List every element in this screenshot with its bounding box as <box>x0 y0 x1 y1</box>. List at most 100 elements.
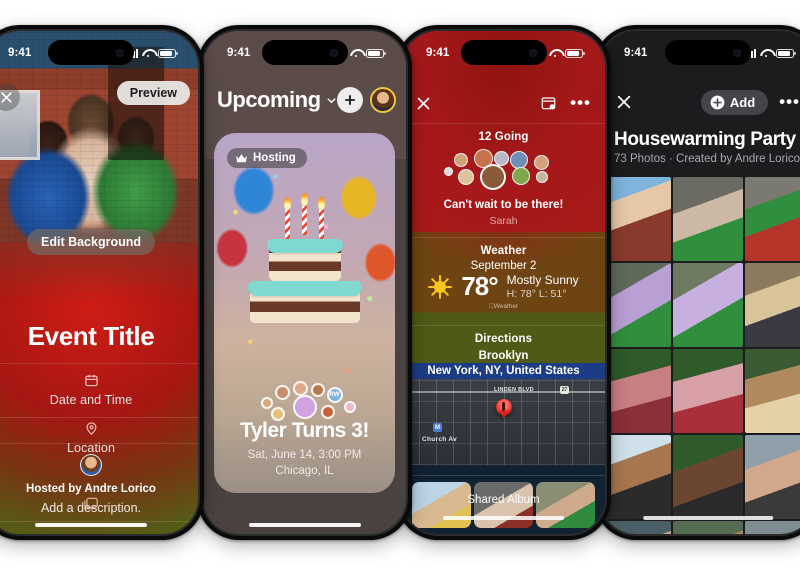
more-options-button[interactable]: ••• <box>779 93 800 110</box>
attendee-avatar <box>343 401 356 413</box>
attendee-avatar-initials: RW <box>326 387 343 403</box>
photo-thumbnail[interactable] <box>602 521 672 534</box>
status-time: 9:41 <box>8 47 32 59</box>
attendee-avatar <box>292 381 308 396</box>
photo-thumbnail[interactable] <box>744 349 800 433</box>
map-label-church: Church Av <box>422 436 458 443</box>
upcoming-title-menu[interactable]: Upcoming <box>217 87 337 113</box>
photo-thumbnail[interactable] <box>673 263 743 347</box>
photo-thumbnail[interactable] <box>602 435 672 519</box>
date-and-time-field[interactable]: Date and Time <box>0 373 198 407</box>
sun-icon <box>428 274 453 299</box>
phone-bezel: 9:41 ••• 12 Going Can't wait to be there… <box>400 29 607 536</box>
attendee-avatar <box>453 153 468 167</box>
add-label: Add <box>729 94 756 110</box>
crown-icon <box>236 153 247 162</box>
photo-thumbnail[interactable] <box>744 521 800 534</box>
route-shield: 27 <box>560 386 569 394</box>
edit-background-button[interactable]: Edit Background <box>26 229 156 255</box>
hosting-badge-label: Hosting <box>253 152 296 164</box>
date-and-time-label: Date and Time <box>49 393 133 407</box>
subway-icon: M <box>433 423 442 432</box>
wifi-icon <box>350 49 362 58</box>
profile-avatar-button[interactable] <box>369 87 396 113</box>
preview-button[interactable]: Preview <box>116 81 190 105</box>
attendee-avatar-primary <box>292 395 317 419</box>
event-title-input[interactable]: Event Title <box>0 321 198 352</box>
weather-high-low: H: 78° L: 51° <box>506 288 567 300</box>
add-to-calendar-button[interactable] <box>541 96 556 110</box>
attendee-avatar-cluster[interactable]: RW <box>249 381 361 423</box>
album-title: Housewarming Party <box>614 129 796 150</box>
phone-2-screen: 9:41 Upcoming Hosting RW Tyler Turns 3! … <box>203 31 406 534</box>
photo-thumbnail[interactable] <box>744 435 800 519</box>
location-label: Location <box>66 441 116 455</box>
shared-album-title: Shared Album <box>467 494 540 506</box>
more-options-button[interactable]: ••• <box>570 94 591 111</box>
add-event-button[interactable] <box>336 87 363 113</box>
phone-bezel: 9:41 Preview Edit Background Event Title… <box>0 29 200 536</box>
add-photos-button[interactable]: Add <box>700 89 769 115</box>
calendar-icon <box>84 374 98 387</box>
photo-thumbnail[interactable] <box>744 177 800 261</box>
phone-1-event-editor: 9:41 Preview Edit Background Event Title… <box>0 25 204 540</box>
photo-thumbnail[interactable] <box>673 349 743 433</box>
battery-icon <box>158 48 178 58</box>
close-button[interactable] <box>416 96 431 111</box>
photo-thumbnail[interactable] <box>602 263 672 347</box>
event-name: Tyler Turns 3! <box>240 419 369 442</box>
wifi-icon <box>142 49 154 58</box>
phone-4-screen: 9:41 Add ••• Housewarming Party 73 Photo… <box>600 31 800 534</box>
attendee-avatar <box>320 405 335 419</box>
photo-thumbnail[interactable] <box>744 263 800 347</box>
attendee-avatar <box>511 167 530 185</box>
photo-thumbnail[interactable] <box>673 177 743 261</box>
detail-toolbar: ••• <box>402 87 605 119</box>
attendee-avatar-primary <box>479 164 506 190</box>
going-avatar-cluster[interactable] <box>436 149 572 193</box>
status-indicators <box>745 48 796 58</box>
phone-bezel: 9:41 Upcoming Hosting RW Tyler Turns 3! … <box>201 29 408 536</box>
dynamic-island <box>665 40 751 65</box>
map-pin-icon <box>495 399 512 415</box>
attendee-avatar <box>533 155 549 170</box>
plus-icon <box>344 94 355 106</box>
attendee-avatar <box>260 397 273 409</box>
phone-bezel: 9:41 Add ••• Housewarming Party 73 Photo… <box>598 29 800 536</box>
close-button[interactable] <box>616 94 632 110</box>
screenshot-stage: 9:41 Preview Edit Background Event Title… <box>0 0 800 568</box>
close-icon <box>417 97 430 109</box>
phone-1-screen: 9:41 Preview Edit Background Event Title… <box>0 31 198 534</box>
location-field[interactable]: Location <box>0 421 198 455</box>
status-indicators <box>127 48 178 58</box>
weather-section-title: Weather <box>480 245 527 257</box>
photos-icon[interactable] <box>83 495 100 510</box>
toolbar-right: ••• <box>541 94 591 111</box>
directions-map[interactable]: LINDEN BLVD 27 M Church Av <box>402 379 605 465</box>
phone-4-shared-album: 9:41 Add ••• Housewarming Party 73 Photo… <box>594 25 800 540</box>
header-actions <box>336 87 396 113</box>
phone-3-screen: 9:41 ••• 12 Going Can't wait to be there… <box>402 31 605 534</box>
album-toolbar: Add ••• <box>600 85 800 119</box>
status-time: 9:41 <box>624 47 648 59</box>
attendee-message: Can't wait to be there! <box>443 199 564 211</box>
photo-thumbnail[interactable] <box>673 521 743 534</box>
chevron-down-icon <box>327 97 336 103</box>
attendee-avatar <box>457 169 474 185</box>
close-icon <box>617 95 631 109</box>
weather-condition: Mostly Sunny <box>506 273 579 287</box>
photo-grid[interactable] <box>600 177 800 534</box>
going-count: 12 Going <box>478 131 529 143</box>
weather-attribution: Weather <box>489 303 518 310</box>
event-location: Chicago, IL <box>275 465 334 477</box>
attendee-avatar <box>443 167 453 176</box>
host-label: Hosted by Andre Lorico <box>26 483 156 495</box>
photo-thumbnail[interactable] <box>673 435 743 519</box>
dynamic-island <box>460 40 547 65</box>
attendee-avatar <box>535 171 548 183</box>
host-avatar <box>80 454 102 476</box>
phone-3-event-detail: 9:41 ••• 12 Going Can't wait to be there… <box>396 25 611 540</box>
photo-thumbnail[interactable] <box>602 349 672 433</box>
photo-thumbnail[interactable] <box>602 177 672 261</box>
weather-temperature: 78° <box>461 271 498 301</box>
